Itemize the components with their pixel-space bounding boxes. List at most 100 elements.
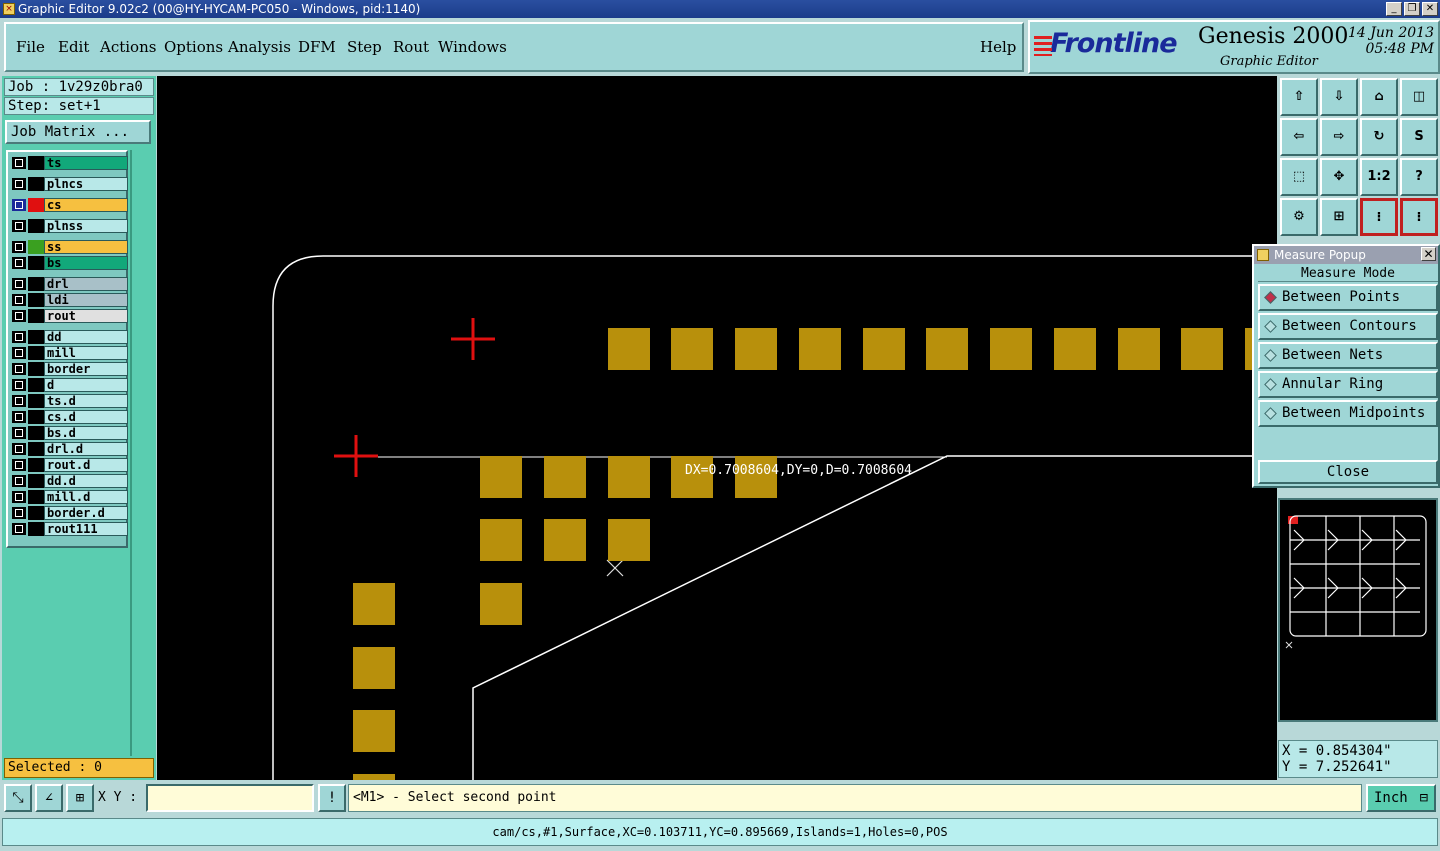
help-icon[interactable]: ? (1400, 158, 1438, 196)
layer-row-d[interactable]: d (10, 378, 128, 392)
layer-color-swatch[interactable] (28, 156, 44, 170)
radio-annular-ring[interactable]: Annular Ring (1258, 371, 1438, 398)
layer-checkbox[interactable] (12, 347, 26, 359)
layer-checkbox[interactable] (12, 427, 26, 439)
pan-left-icon[interactable]: ⇦ (1280, 118, 1318, 156)
layer-checkbox[interactable] (12, 379, 26, 391)
measure-popup-title-bar[interactable]: Measure Popup ✕ (1254, 246, 1438, 264)
layer-color-swatch[interactable] (28, 362, 44, 376)
settings-icon[interactable]: ⚙ (1280, 198, 1318, 236)
layer-row-ss[interactable]: ss (10, 240, 128, 254)
menu-windows[interactable]: Windows (438, 38, 507, 56)
layer-row-mill-d[interactable]: mill.d (10, 490, 128, 504)
layer-color-swatch[interactable] (28, 426, 44, 440)
unit-selector[interactable]: Inch ⊟ (1366, 784, 1436, 812)
window-xy-icon[interactable]: ◫ (1400, 78, 1438, 116)
window-title-bar[interactable]: × Graphic Editor 9.02c2 (00@HY-HYCAM-PC0… (0, 0, 1440, 18)
layer-row-border-d[interactable]: border.d (10, 506, 128, 520)
layer-color-swatch[interactable] (28, 378, 44, 392)
overview-map[interactable] (1278, 498, 1438, 722)
layer-row-drl-d[interactable]: drl.d (10, 442, 128, 456)
menu-rout[interactable]: Rout (393, 38, 429, 56)
menu-dfm[interactable]: DFM (298, 38, 336, 56)
layer-row-dd-d[interactable]: dd.d (10, 474, 128, 488)
layer-checkbox[interactable] (12, 220, 26, 232)
layer-color-swatch[interactable] (28, 293, 44, 307)
grid-icon[interactable]: ⊞ (1320, 198, 1358, 236)
layer-color-swatch[interactable] (28, 522, 44, 536)
layer-color-swatch[interactable] (28, 177, 44, 191)
layer-color-swatch[interactable] (28, 490, 44, 504)
fit-center-icon[interactable]: ✥ (1320, 158, 1358, 196)
layer-checkbox[interactable] (12, 310, 26, 322)
radio-between-nets[interactable]: Between Nets (1258, 342, 1438, 369)
layer-row-drl[interactable]: drl (10, 277, 128, 291)
layer-row-border[interactable]: border (10, 362, 128, 376)
xy-input[interactable] (146, 784, 314, 812)
layer-row-cs[interactable]: cs (10, 198, 128, 212)
graphic-canvas[interactable]: DX=0.7008604,DY=0,D=0.7008604 (157, 76, 1277, 780)
layer-color-swatch[interactable] (28, 442, 44, 456)
layer-row-cs-d[interactable]: cs.d (10, 410, 128, 424)
layer-checkbox[interactable] (12, 395, 26, 407)
layer-checkbox[interactable] (12, 178, 26, 190)
minimize-button[interactable]: _ (1386, 2, 1402, 16)
layer-row-rout[interactable]: rout (10, 309, 128, 323)
menu-edit[interactable]: Edit (58, 38, 89, 56)
layer-view-icon[interactable]: ⁝ (1360, 198, 1398, 236)
layer-checkbox[interactable] (12, 411, 26, 423)
layer-row-ldi[interactable]: ldi (10, 293, 128, 307)
layer-row-ts-d[interactable]: ts.d (10, 394, 128, 408)
layer-checkbox[interactable] (12, 459, 26, 471)
layer-checkbox[interactable] (12, 199, 26, 211)
layer-color-swatch[interactable] (28, 474, 44, 488)
layer-checkbox[interactable] (12, 443, 26, 455)
layer-color-swatch[interactable] (28, 330, 44, 344)
layer-color-swatch[interactable] (28, 309, 44, 323)
layer-color-swatch[interactable] (28, 277, 44, 291)
menu-actions[interactable]: Actions (100, 38, 156, 56)
layer-row-dd[interactable]: dd (10, 330, 128, 344)
layer-list-scrollbar[interactable] (130, 150, 154, 756)
layer-checkbox[interactable] (12, 523, 26, 535)
menu-analysis[interactable]: Analysis (228, 38, 291, 56)
layer-checkbox[interactable] (12, 507, 26, 519)
radio-between-midpoints[interactable]: Between Midpoints (1258, 400, 1438, 427)
home-up-icon[interactable]: ⇧ (1280, 78, 1318, 116)
layer-color-swatch[interactable] (28, 394, 44, 408)
layer-checkbox[interactable] (12, 241, 26, 253)
layer-row-bs-d[interactable]: bs.d (10, 426, 128, 440)
layer-color-swatch[interactable] (28, 219, 44, 233)
layer-color-swatch[interactable] (28, 240, 44, 254)
job-matrix-button[interactable]: Job Matrix ... (5, 120, 151, 144)
layer-color-swatch[interactable] (28, 458, 44, 472)
layer-checkbox[interactable] (12, 257, 26, 269)
layer-checkbox[interactable] (12, 157, 26, 169)
close-icon[interactable]: ✕ (1421, 247, 1436, 261)
layer-checkbox[interactable] (12, 294, 26, 306)
home-icon[interactable]: ⌂ (1360, 78, 1398, 116)
maximize-button[interactable]: ❐ (1404, 2, 1420, 16)
layer-row-ts[interactable]: ts (10, 156, 128, 170)
layer-color-swatch[interactable] (28, 256, 44, 270)
close-window-button[interactable]: ✕ (1422, 2, 1438, 16)
layer-checkbox[interactable] (12, 331, 26, 343)
close-button[interactable]: Close (1258, 460, 1438, 484)
scale-1-2-icon[interactable]: 1:2 (1360, 158, 1398, 196)
menu-options[interactable]: Options (164, 38, 223, 56)
home-down-icon[interactable]: ⇩ (1320, 78, 1358, 116)
menu-step[interactable]: Step (347, 38, 382, 56)
menu-help[interactable]: Help (980, 38, 1016, 56)
snap-angle-icon[interactable]: ∠ (35, 784, 63, 812)
radio-between-points[interactable]: Between Points (1258, 284, 1438, 311)
menu-file[interactable]: File (16, 38, 45, 56)
layer-row-rout-d[interactable]: rout.d (10, 458, 128, 472)
snap-icon[interactable]: ⤡ (4, 784, 32, 812)
layer-color-swatch[interactable] (28, 346, 44, 360)
rotate-icon[interactable]: ↻ (1360, 118, 1398, 156)
layer-checkbox[interactable] (12, 475, 26, 487)
layer-color-swatch[interactable] (28, 198, 44, 212)
exclamation-icon[interactable]: ! (318, 784, 346, 812)
layer-row-rout111[interactable]: rout111 (10, 522, 128, 536)
layer-checkbox[interactable] (12, 491, 26, 503)
